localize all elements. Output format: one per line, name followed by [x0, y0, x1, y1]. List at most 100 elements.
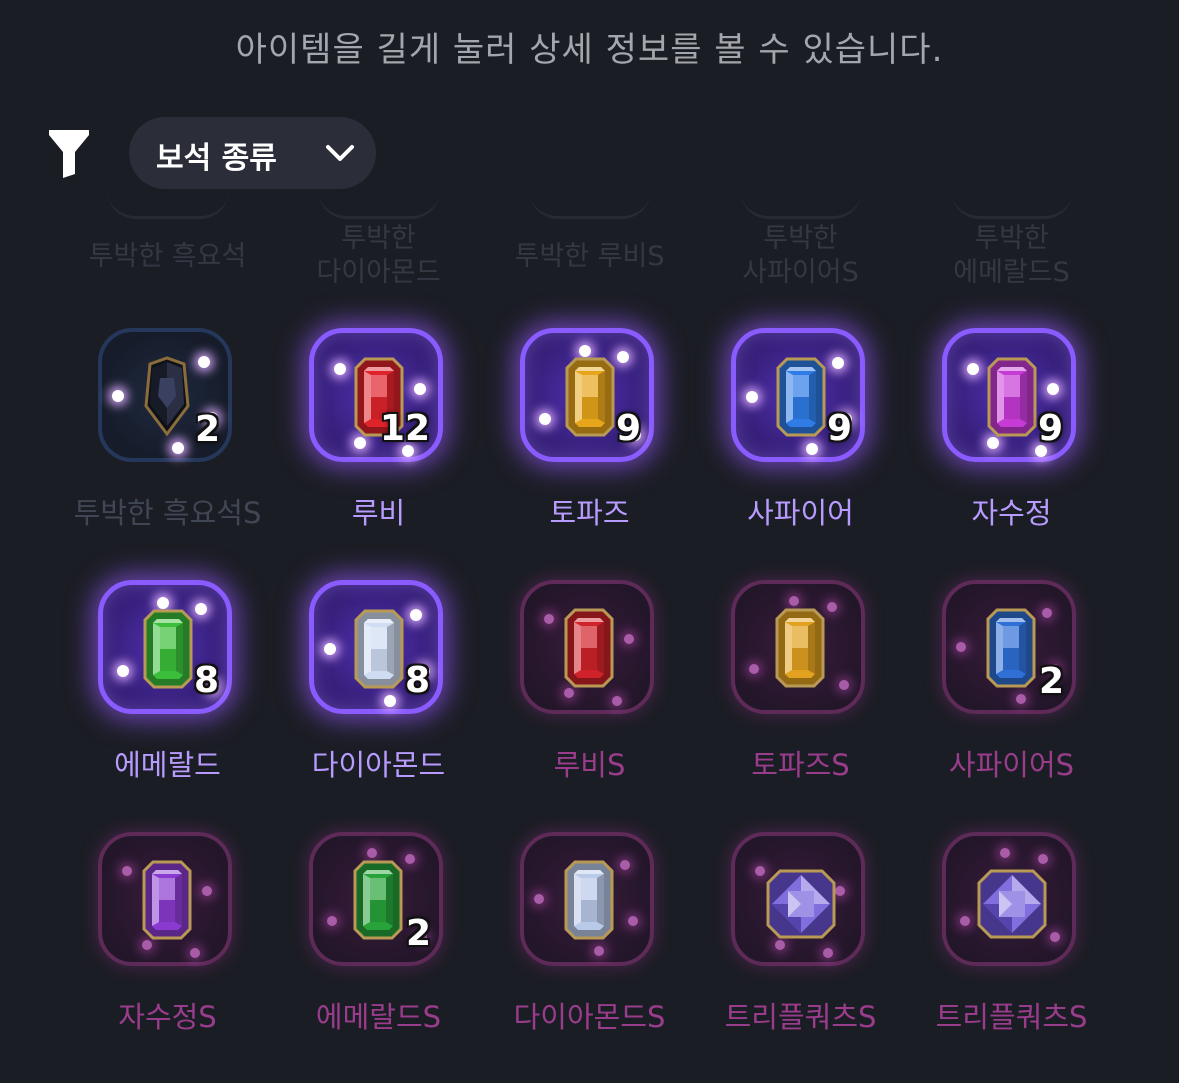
- gem-item: 9 사파이어: [695, 328, 906, 568]
- gem-slot[interactable]: 9: [731, 328, 865, 462]
- sparkle-icon: [1047, 383, 1059, 395]
- sparkle-icon: [612, 696, 622, 706]
- sparkle-icon: [1000, 848, 1010, 858]
- gem-type-dropdown-label: 보석 종류: [156, 141, 277, 176]
- gem-item: 토파즈S: [695, 580, 906, 820]
- sparkle-icon: [405, 854, 415, 864]
- sparkle-icon: [823, 948, 833, 958]
- gem-item: 12 루비: [273, 328, 484, 568]
- item-count: 2: [405, 913, 431, 954]
- sparkle-icon: [410, 609, 422, 621]
- sparkle-icon: [1038, 854, 1048, 864]
- sparkle-icon: [624, 634, 634, 644]
- item-frame-edge: [317, 190, 440, 219]
- faded-item[interactable]: 투박한 다이아몬드: [273, 200, 484, 310]
- item-name: 투박한 흑요석: [88, 241, 247, 272]
- gem-icon: [565, 357, 615, 437]
- item-name: 토파즈: [549, 496, 630, 530]
- item-name: 루비: [351, 496, 406, 530]
- item-name: 투박한 다이아몬드: [316, 223, 441, 288]
- item-name: 트리플쿼츠S: [724, 1000, 877, 1034]
- gem-slot[interactable]: 8: [98, 580, 232, 714]
- sparkle-icon: [539, 413, 551, 425]
- sparkle-icon: [839, 680, 849, 690]
- gem-slot[interactable]: 12: [309, 328, 443, 462]
- sparkle-icon: [749, 664, 759, 674]
- sparkle-icon: [806, 443, 818, 455]
- gem-item: 9 토파즈: [484, 328, 695, 568]
- item-count: 9: [1037, 408, 1063, 449]
- gem-icon: [142, 860, 192, 940]
- gem-slot[interactable]: [731, 832, 865, 966]
- item-count: 8: [193, 660, 219, 701]
- gem-icon: [354, 609, 404, 689]
- item-name: 자수정: [971, 496, 1052, 530]
- sparkle-icon: [987, 437, 999, 449]
- item-count: 9: [615, 408, 641, 449]
- sparkle-icon: [172, 442, 184, 454]
- gem-slot[interactable]: 8: [309, 580, 443, 714]
- item-count: 2: [194, 409, 220, 450]
- gem-icon: [776, 357, 826, 437]
- sparkle-icon: [594, 946, 604, 956]
- gem-slot[interactable]: 9: [520, 328, 654, 462]
- gem-item: 자수정S: [62, 832, 273, 1072]
- sparkle-icon: [202, 886, 212, 896]
- gem-type-dropdown[interactable]: 보석 종류: [129, 117, 376, 189]
- item-name: 토파즈S: [751, 748, 850, 782]
- item-frame-edge: [950, 190, 1073, 219]
- gem-icon: [775, 608, 825, 688]
- gem-slot[interactable]: 2: [942, 580, 1076, 714]
- gem-item: 2 투박한 흑요석S: [62, 328, 273, 568]
- faded-item[interactable]: 투박한 루비S: [484, 200, 695, 310]
- item-frame-edge: [739, 190, 862, 219]
- item-name: 투박한 에메랄드S: [953, 223, 1070, 288]
- sparkle-icon: [564, 688, 574, 698]
- sparkle-icon: [157, 597, 169, 609]
- quartz-gem-icon: [977, 869, 1047, 939]
- sparkle-icon: [620, 860, 630, 870]
- sparkle-icon: [544, 614, 554, 624]
- gem-icon: [353, 860, 403, 940]
- filter-icon[interactable]: [48, 128, 90, 178]
- gem-slot[interactable]: 9: [942, 328, 1076, 462]
- sparkle-icon: [122, 866, 132, 876]
- sparkle-icon: [198, 356, 210, 368]
- gem-slot[interactable]: [520, 580, 654, 714]
- sparkle-icon: [617, 351, 629, 363]
- faded-item[interactable]: 투박한 사파이어S: [695, 200, 906, 310]
- hint-text: 아이템을 길게 눌러 상세 정보를 볼 수 있습니다.: [235, 30, 944, 70]
- faded-item[interactable]: 투박한 에메랄드S: [906, 200, 1117, 310]
- sparkle-icon: [367, 848, 377, 858]
- gem-slot[interactable]: [731, 580, 865, 714]
- gem-slot[interactable]: [942, 832, 1076, 966]
- item-name: 에메랄드S: [315, 1000, 442, 1034]
- chevron-down-icon: [326, 145, 354, 161]
- sparkle-icon: [835, 886, 845, 896]
- sparkle-icon: [628, 916, 638, 926]
- gem-slot[interactable]: [520, 832, 654, 966]
- gem-item: 9 자수정: [906, 328, 1117, 568]
- gem-slot[interactable]: [98, 832, 232, 966]
- item-name: 트리플쿼츠S: [935, 1000, 1088, 1034]
- item-name: 사파이어: [747, 496, 854, 530]
- sparkle-icon: [960, 916, 970, 926]
- gem-item: 8 다이아몬드: [273, 580, 484, 820]
- sparkle-icon: [832, 357, 844, 369]
- sparkle-icon: [1042, 608, 1052, 618]
- item-name: 투박한 흑요석S: [73, 496, 262, 530]
- item-name: 루비S: [553, 748, 626, 782]
- gem-slot[interactable]: 2: [309, 832, 443, 966]
- faded-item[interactable]: 투박한 흑요석: [62, 200, 273, 310]
- sparkle-icon: [195, 603, 207, 615]
- sparkle-icon: [534, 894, 544, 904]
- sparkle-icon: [327, 916, 337, 926]
- gem-item: 트리플쿼츠S: [906, 832, 1117, 1072]
- item-count: 9: [826, 408, 852, 449]
- sparkle-icon: [354, 437, 366, 449]
- sparkle-icon: [967, 363, 979, 375]
- sparkle-icon: [117, 665, 129, 677]
- sparkle-icon: [956, 642, 966, 652]
- gem-slot[interactable]: 2: [98, 328, 232, 462]
- sparkle-icon: [324, 643, 336, 655]
